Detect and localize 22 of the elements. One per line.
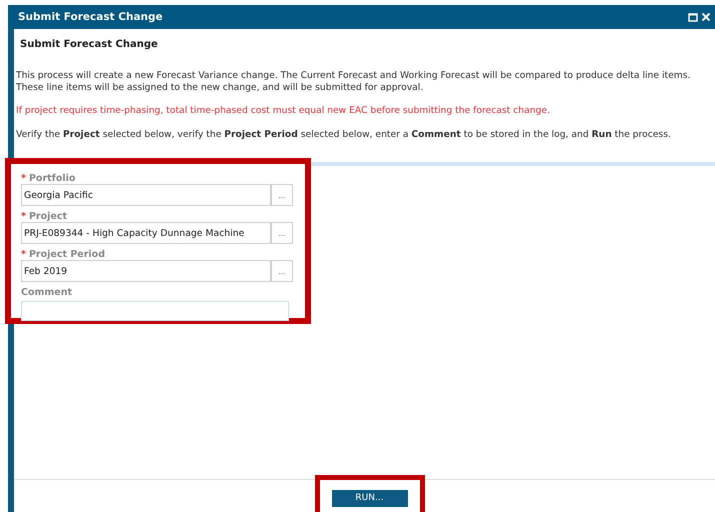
- lookup-field[interactable]: PRJ-E089344 - High Capacity Dunnage Machine: [21, 222, 271, 244]
- required-mark: *: [21, 248, 26, 260]
- browse-button[interactable]: ...: [270, 222, 293, 244]
- instructions-text: Verify the Project selected below, verify the Project Period selected below, enter a Comment to be stored in the log, and Run the process.: [16, 129, 672, 141]
- warning-text: If project requires time-phasing, total time-phased cost must equal new EAC before submitting the forecast change.: [16, 105, 551, 117]
- field-label: Portfolio: [28, 172, 76, 184]
- lookup-field[interactable]: Georgia Pacific: [21, 184, 271, 206]
- description-text: This process will create a new Forecast Variance change. The Current Forecast and Working Forecast will be compared to produce delta line items. These line items will be assigned to the new change, and will be submitted for approval.: [16, 70, 692, 94]
- window-title: Submit Forecast Change: [18, 11, 163, 23]
- required-mark: *: [21, 172, 26, 184]
- browse-button[interactable]: ...: [270, 260, 293, 282]
- field-label: Project: [28, 210, 68, 222]
- lookup-field[interactable]: Feb 2019: [21, 260, 271, 282]
- browse-button[interactable]: ...: [270, 184, 293, 206]
- required-mark: *: [21, 210, 26, 222]
- section-heading: Submit Forecast Change: [20, 39, 159, 50]
- close-icon[interactable]: [701, 12, 711, 22]
- field-label: Comment: [21, 286, 72, 298]
- run-button[interactable]: RUN...: [332, 490, 408, 506]
- comment-field[interactable]: [21, 300, 289, 320]
- field-label: Project Period: [28, 248, 105, 260]
- maximize-icon[interactable]: [688, 12, 698, 22]
